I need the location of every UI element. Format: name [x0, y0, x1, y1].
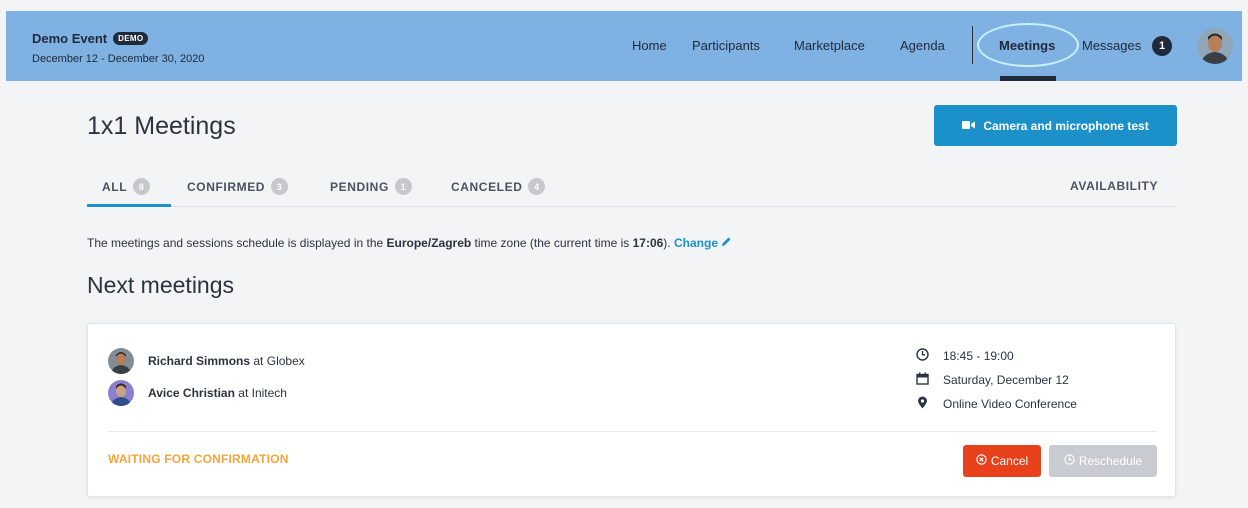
camera-button-label: Camera and microphone test	[983, 118, 1149, 133]
change-label: Change	[673, 236, 718, 250]
tab-availability[interactable]: AVAILABILITY	[1070, 179, 1158, 193]
nav-agenda[interactable]: Agenda	[900, 38, 945, 53]
meeting-date: Saturday, December 12	[916, 372, 1069, 388]
nav-marketplace[interactable]: Marketplace	[794, 38, 865, 53]
timezone-zone: Europe/Zagreb	[386, 236, 472, 250]
nav-divider	[972, 26, 973, 64]
tabs-divider	[87, 206, 1176, 207]
cancel-circle-icon	[976, 454, 987, 468]
participant-name: Richard Simmons	[148, 354, 251, 368]
location-label: Online Video Conference	[943, 397, 1077, 411]
avatar	[108, 348, 134, 374]
section-title: Next meetings	[87, 272, 235, 298]
participant-company: Globex	[266, 354, 305, 368]
calendar-icon	[916, 372, 929, 388]
event-name: Demo Event	[32, 31, 108, 46]
current-time: 17:06	[632, 236, 664, 250]
card-divider	[108, 431, 1157, 432]
user-avatar[interactable]	[1197, 28, 1233, 64]
clock-icon	[916, 348, 929, 364]
event-dates: December 12 - December 30, 2020	[32, 53, 205, 65]
participant-row: Richard Simmons at Globex	[108, 348, 305, 374]
pencil-icon	[721, 236, 732, 250]
cancel-button[interactable]: Cancel	[963, 445, 1041, 477]
reschedule-label: Reschedule	[1078, 454, 1143, 468]
time-range: 18:45 - 19:00	[943, 349, 1014, 363]
cancel-label: Cancel	[990, 454, 1029, 468]
nav-home[interactable]: Home	[632, 38, 667, 53]
tab-all[interactable]: ALL 8	[102, 178, 151, 195]
tab-count: 1	[394, 178, 412, 195]
tab-count: 4	[528, 178, 546, 195]
tab-label: CANCELED	[451, 179, 523, 194]
participant-row: Avice Christian at Initech	[108, 380, 287, 406]
participant-at: at	[253, 354, 264, 368]
tab-confirmed[interactable]: CONFIRMED 3	[187, 178, 289, 195]
tab-count: 8	[133, 178, 151, 195]
demo-badge: DEMO	[113, 32, 149, 45]
participant-name: Avice Christian	[148, 386, 235, 400]
timezone-notice: The meetings and sessions schedule is di…	[87, 236, 732, 250]
meeting-card: Richard Simmons at Globex Avice Christia…	[87, 323, 1176, 497]
change-timezone-link[interactable]: Change	[674, 236, 732, 250]
nav-participants[interactable]: Participants	[692, 38, 760, 53]
participant-company: Initech	[251, 386, 287, 400]
meeting-time: 18:45 - 19:00	[916, 348, 1014, 364]
meeting-location: Online Video Conference	[916, 396, 1077, 412]
reschedule-button[interactable]: Reschedule	[1049, 445, 1157, 477]
tab-label: ALL	[102, 179, 128, 194]
camera-microphone-test-button[interactable]: Camera and microphone test	[934, 105, 1177, 146]
map-pin-icon	[916, 396, 929, 412]
timezone-prefix: The meetings and sessions schedule is di…	[87, 236, 387, 250]
tab-active-indicator	[87, 204, 171, 207]
video-camera-icon	[962, 119, 976, 133]
clock-icon	[1064, 454, 1075, 468]
avatar	[108, 380, 134, 406]
tab-label: CONFIRMED	[187, 179, 266, 194]
top-header: Demo Event DEMO December 12 - December 3…	[6, 11, 1242, 81]
status-label: WAITING FOR CONFIRMATION	[108, 452, 289, 466]
event-title[interactable]: Demo Event DEMO	[32, 31, 149, 46]
date-label: Saturday, December 12	[943, 373, 1069, 387]
tab-canceled[interactable]: CANCELED 4	[451, 178, 546, 195]
timezone-middle: time zone (the current time is	[471, 236, 633, 250]
participant-at: at	[238, 386, 249, 400]
page-title: 1x1 Meetings	[87, 112, 236, 140]
nav-active-indicator	[1000, 76, 1056, 81]
tab-label: PENDING	[330, 179, 389, 194]
tab-count: 3	[271, 178, 289, 195]
tab-pending[interactable]: PENDING 1	[330, 178, 412, 195]
highlight-ellipse	[977, 23, 1079, 67]
timezone-suffix: ).	[663, 236, 671, 250]
nav-messages[interactable]: Messages	[1082, 38, 1141, 53]
messages-count-badge: 1	[1152, 36, 1172, 56]
